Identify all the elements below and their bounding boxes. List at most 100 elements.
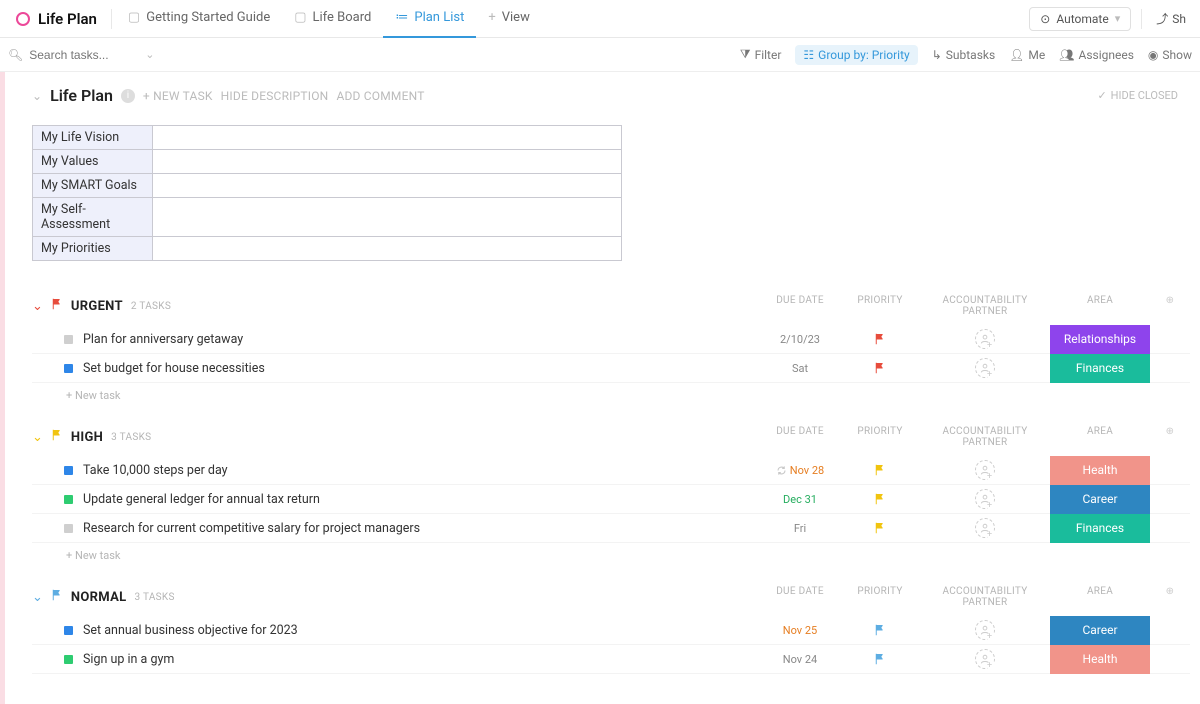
col-priority[interactable]: PRIORITY bbox=[840, 586, 920, 608]
group-by-button[interactable]: ☷Group by: Priority bbox=[795, 45, 917, 65]
space-title[interactable]: Life Plan bbox=[6, 10, 107, 28]
assignees-button[interactable]: 👥︎Assignees bbox=[1059, 48, 1134, 62]
new-task-button[interactable]: + NEW TASK bbox=[143, 89, 213, 103]
col-area[interactable]: AREA bbox=[1050, 586, 1150, 608]
collapse-group-icon[interactable]: ⌄ bbox=[32, 590, 43, 605]
task-row[interactable]: Update general ledger for annual tax ret… bbox=[32, 485, 1190, 514]
task-accountability[interactable] bbox=[920, 620, 1050, 640]
desc-row-value[interactable] bbox=[153, 174, 622, 198]
add-column-icon[interactable]: ⊕ bbox=[1150, 295, 1190, 317]
task-due-date[interactable]: 2/10/23 bbox=[760, 333, 840, 346]
task-area[interactable]: Finances bbox=[1050, 354, 1150, 383]
task-area[interactable]: Health bbox=[1050, 645, 1150, 674]
task-accountability[interactable] bbox=[920, 518, 1050, 538]
search-input[interactable] bbox=[29, 48, 139, 62]
task-area[interactable]: Finances bbox=[1050, 514, 1150, 543]
task-priority-flag[interactable] bbox=[840, 653, 920, 665]
task-area[interactable]: Relationships bbox=[1050, 325, 1150, 354]
task-row[interactable]: Take 10,000 steps per dayNov 28Health bbox=[32, 456, 1190, 485]
share-button[interactable]: ⤴ Sh bbox=[1152, 6, 1190, 31]
add-assignee-icon[interactable] bbox=[975, 489, 995, 509]
task-accountability[interactable] bbox=[920, 649, 1050, 669]
task-priority-flag[interactable] bbox=[840, 493, 920, 505]
subtasks-button[interactable]: ↳Subtasks bbox=[932, 48, 995, 62]
task-due-date[interactable]: Nov 25 bbox=[760, 624, 840, 637]
page-title[interactable]: Life Plan bbox=[50, 86, 113, 105]
status-square[interactable] bbox=[64, 495, 73, 504]
collapse-icon[interactable]: ⌄ bbox=[32, 89, 42, 103]
status-square[interactable] bbox=[64, 655, 73, 664]
add-assignee-icon[interactable] bbox=[975, 329, 995, 349]
chevron-down-icon[interactable]: ⌄ bbox=[145, 48, 154, 61]
add-view-tab[interactable]: +View bbox=[476, 0, 542, 38]
collapse-group-icon[interactable]: ⌄ bbox=[32, 430, 43, 445]
task-priority-flag[interactable] bbox=[840, 362, 920, 374]
add-column-icon[interactable]: ⊕ bbox=[1150, 586, 1190, 608]
desc-row[interactable]: My SMART Goals bbox=[33, 174, 622, 198]
desc-row[interactable]: My Values bbox=[33, 150, 622, 174]
desc-row-value[interactable] bbox=[153, 126, 622, 150]
desc-row[interactable]: My Priorities bbox=[33, 237, 622, 261]
status-square[interactable] bbox=[64, 364, 73, 373]
automate-button[interactable]: ⊙ Automate ▾ bbox=[1029, 7, 1131, 31]
col-area[interactable]: AREA bbox=[1050, 295, 1150, 317]
desc-row-value[interactable] bbox=[153, 198, 622, 237]
col-due-date[interactable]: DUE DATE bbox=[760, 295, 840, 317]
task-area[interactable]: Career bbox=[1050, 485, 1150, 514]
hide-closed-button[interactable]: ✓ HIDE CLOSED bbox=[1097, 89, 1178, 102]
task-row[interactable]: Set annual business objective for 2023No… bbox=[32, 616, 1190, 645]
col-accountability[interactable]: ACCOUNTABILITY PARTNER bbox=[920, 426, 1050, 448]
desc-row-value[interactable] bbox=[153, 150, 622, 174]
task-priority-flag[interactable] bbox=[840, 464, 920, 476]
filter-button[interactable]: ⧩Filter bbox=[740, 47, 782, 62]
col-area[interactable]: AREA bbox=[1050, 426, 1150, 448]
new-task-button[interactable]: + New task bbox=[32, 543, 1190, 562]
status-square[interactable] bbox=[64, 524, 73, 533]
new-task-button[interactable]: + New task bbox=[32, 383, 1190, 402]
task-due-date[interactable]: Nov 24 bbox=[760, 653, 840, 666]
task-row[interactable]: Research for current competitive salary … bbox=[32, 514, 1190, 543]
task-due-date[interactable]: Nov 28 bbox=[760, 464, 840, 477]
collapse-group-icon[interactable]: ⌄ bbox=[32, 299, 43, 314]
task-row[interactable]: Sign up in a gymNov 24Health bbox=[32, 645, 1190, 674]
add-assignee-icon[interactable] bbox=[975, 518, 995, 538]
task-accountability[interactable] bbox=[920, 489, 1050, 509]
task-area[interactable]: Health bbox=[1050, 456, 1150, 485]
task-priority-flag[interactable] bbox=[840, 333, 920, 345]
me-button[interactable]: 👤︎Me bbox=[1009, 48, 1045, 62]
desc-row[interactable]: My Life Vision bbox=[33, 126, 622, 150]
col-due-date[interactable]: DUE DATE bbox=[760, 426, 840, 448]
view-tab[interactable]: ▢Getting Started Guide bbox=[116, 0, 282, 38]
task-row[interactable]: Set budget for house necessitiesSatFinan… bbox=[32, 354, 1190, 383]
task-due-date[interactable]: Dec 31 bbox=[760, 493, 840, 506]
view-tab[interactable]: ▢Life Board bbox=[282, 0, 383, 38]
add-column-icon[interactable]: ⊕ bbox=[1150, 426, 1190, 448]
col-accountability[interactable]: ACCOUNTABILITY PARTNER bbox=[920, 586, 1050, 608]
col-priority[interactable]: PRIORITY bbox=[840, 426, 920, 448]
col-accountability[interactable]: ACCOUNTABILITY PARTNER bbox=[920, 295, 1050, 317]
add-assignee-icon[interactable] bbox=[975, 358, 995, 378]
col-priority[interactable]: PRIORITY bbox=[840, 295, 920, 317]
task-accountability[interactable] bbox=[920, 358, 1050, 378]
status-square[interactable] bbox=[64, 335, 73, 344]
task-accountability[interactable] bbox=[920, 460, 1050, 480]
desc-row[interactable]: My Self-Assessment bbox=[33, 198, 622, 237]
task-due-date[interactable]: Sat bbox=[760, 362, 840, 375]
view-tab[interactable]: ≔Plan List bbox=[383, 0, 476, 38]
info-icon[interactable]: i bbox=[121, 89, 135, 103]
task-row[interactable]: Plan for anniversary getaway2/10/23Relat… bbox=[32, 325, 1190, 354]
task-priority-flag[interactable] bbox=[840, 624, 920, 636]
status-square[interactable] bbox=[64, 626, 73, 635]
status-square[interactable] bbox=[64, 466, 73, 475]
add-comment-button[interactable]: ADD COMMENT bbox=[336, 89, 424, 103]
task-accountability[interactable] bbox=[920, 329, 1050, 349]
add-assignee-icon[interactable] bbox=[975, 649, 995, 669]
add-assignee-icon[interactable] bbox=[975, 460, 995, 480]
hide-description-button[interactable]: HIDE DESCRIPTION bbox=[221, 89, 329, 103]
task-area[interactable]: Career bbox=[1050, 616, 1150, 645]
col-due-date[interactable]: DUE DATE bbox=[760, 586, 840, 608]
task-due-date[interactable]: Fri bbox=[760, 522, 840, 535]
desc-row-value[interactable] bbox=[153, 237, 622, 261]
add-assignee-icon[interactable] bbox=[975, 620, 995, 640]
show-button[interactable]: ◉Show bbox=[1148, 48, 1192, 62]
